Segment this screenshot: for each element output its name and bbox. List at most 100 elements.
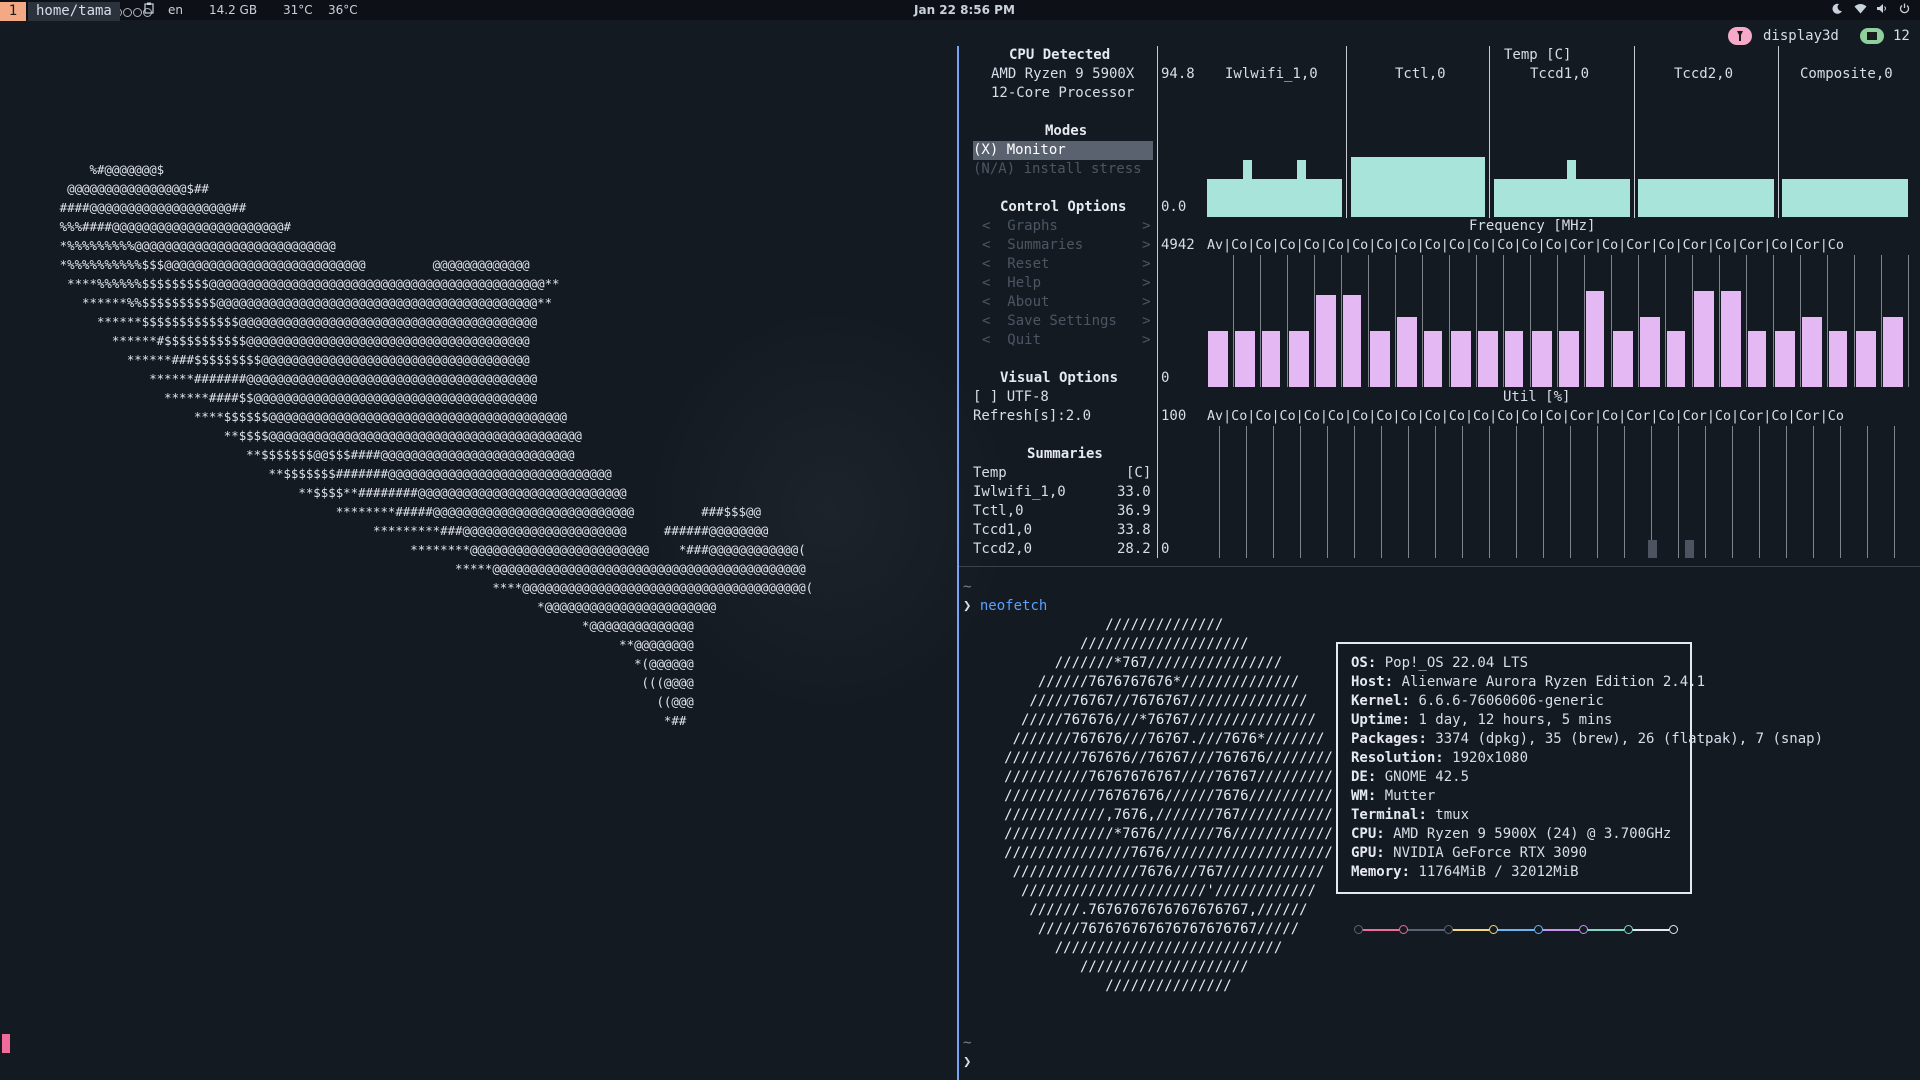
tmux-window-path[interactable]: home/tama bbox=[28, 2, 120, 21]
clipboard-icon[interactable] bbox=[144, 2, 154, 18]
temp-bar bbox=[1207, 179, 1342, 217]
command-text: neofetch bbox=[979, 598, 1048, 614]
neofetch-line: Host: Alienware Aurora Ryzen Edition 2.4… bbox=[1351, 673, 1705, 692]
control-reset[interactable]: < Reset > bbox=[982, 255, 1151, 274]
neofetch-colon: : bbox=[1376, 826, 1394, 842]
pane-divider[interactable] bbox=[957, 46, 959, 1080]
palette-dot bbox=[1354, 925, 1363, 934]
graph-column-separator bbox=[1634, 46, 1635, 218]
temp-bar bbox=[1494, 179, 1630, 217]
freq-core-labels: Av|Co|Co|Co|Co|Co|Co|Co|Co|Co|Co|Co|Co|C… bbox=[1207, 238, 1844, 253]
control-save-settings[interactable]: < Save Settings > bbox=[982, 312, 1151, 331]
utf8-checkbox[interactable]: [ ] UTF-8 bbox=[973, 388, 1049, 407]
neofetch-key: Memory bbox=[1351, 864, 1402, 880]
freq-bar bbox=[1829, 331, 1847, 387]
summaries-title: Summaries bbox=[1027, 446, 1103, 462]
terminal-cursor bbox=[2, 1034, 10, 1053]
control-summaries[interactable]: < Summaries > bbox=[982, 236, 1151, 255]
util-graph-title: Util [%] bbox=[1503, 389, 1571, 405]
palette-line bbox=[1542, 929, 1579, 931]
neofetch-value: GNOME 42.5 bbox=[1384, 769, 1470, 785]
neofetch-key: Uptime bbox=[1351, 712, 1402, 728]
prompt-symbol-2[interactable]: ❯ bbox=[963, 1053, 971, 1072]
neofetch-value: AMD Ryzen 9 5900X (24) @ 3.700GHz bbox=[1393, 826, 1672, 842]
freq-bar bbox=[1289, 331, 1309, 387]
util-column-separator bbox=[1786, 426, 1787, 558]
freq-column-separator bbox=[1773, 255, 1774, 387]
freq-column-separator bbox=[1476, 255, 1477, 387]
temp-bar bbox=[1638, 179, 1774, 217]
power-icon[interactable] bbox=[1899, 2, 1910, 18]
neofetch-colon: : bbox=[1367, 655, 1385, 671]
temp-sensor-3: Tccd1,0 bbox=[1530, 66, 1590, 82]
freq-bar bbox=[1235, 331, 1255, 387]
freq-column-separator bbox=[1287, 255, 1288, 387]
util-column-separator bbox=[1732, 426, 1733, 558]
neofetch-colon: : bbox=[1401, 712, 1419, 728]
neofetch-colon: : bbox=[1367, 769, 1385, 785]
neofetch-colon: : bbox=[1401, 693, 1419, 709]
summary-sensor-name: Tccd2,0 bbox=[973, 541, 1033, 557]
control-help[interactable]: < Help > bbox=[982, 274, 1151, 293]
control-quit[interactable]: < Quit > bbox=[982, 331, 1151, 350]
horizontal-pane-divider[interactable] bbox=[959, 566, 1920, 567]
util-column-separator bbox=[1381, 426, 1382, 558]
tmux-session-name[interactable]: display3d bbox=[1763, 28, 1839, 44]
moon-icon[interactable] bbox=[1832, 2, 1843, 18]
clock[interactable]: Jan 22 8:56 PM bbox=[914, 2, 1015, 18]
workspace-dot[interactable] bbox=[133, 8, 142, 17]
freq-column-separator bbox=[1368, 255, 1369, 387]
util-column-separator bbox=[1543, 426, 1544, 558]
palette-dot bbox=[1534, 925, 1543, 934]
freq-min-label: 0 bbox=[1161, 370, 1170, 386]
util-column-separator bbox=[1327, 426, 1328, 558]
palette-line bbox=[1632, 929, 1669, 931]
graph-column-separator bbox=[1778, 46, 1779, 218]
mode-stress-option[interactable]: (N/A) install stress bbox=[973, 160, 1142, 179]
freq-bar bbox=[1397, 317, 1417, 387]
freq-max-label: 4942 bbox=[1161, 237, 1195, 253]
temp-bar-spike bbox=[1297, 160, 1306, 180]
distro-ascii-logo: ////////////// //////////////////// ////… bbox=[1004, 617, 1333, 994]
mode-monitor-option[interactable]: (X) Monitor bbox=[973, 141, 1153, 160]
freq-column-separator bbox=[1746, 255, 1747, 387]
util-column-separator bbox=[1570, 426, 1571, 558]
util-column-separator bbox=[1489, 426, 1490, 558]
temp-min-label: 0.0 bbox=[1161, 199, 1187, 215]
control-graphs[interactable]: < Graphs > bbox=[982, 217, 1151, 236]
freq-column-separator bbox=[1800, 255, 1801, 387]
freq-bar bbox=[1559, 331, 1579, 387]
freq-column-separator bbox=[1638, 255, 1639, 387]
freq-column-separator bbox=[1584, 255, 1585, 387]
freq-graph-title: Frequency [MHz] bbox=[1469, 218, 1596, 234]
ascii-art: %#@@@@@@@$ @@@@@@@@@@@@@@@@$## ####@@@@@… bbox=[59, 162, 814, 728]
summary-header-unit: [C] bbox=[1126, 465, 1152, 481]
volume-icon[interactable] bbox=[1876, 2, 1888, 18]
control-about[interactable]: < About > bbox=[982, 293, 1151, 312]
temp-bar bbox=[1782, 179, 1908, 217]
tmux-window-index[interactable]: 1 bbox=[0, 2, 26, 21]
util-column-separator bbox=[1462, 426, 1463, 558]
summary-sensor-name: Tccd1,0 bbox=[973, 522, 1033, 538]
util-column-separator bbox=[1516, 426, 1517, 558]
palette-dot bbox=[1489, 925, 1498, 934]
neofetch-value: 11764MiB / 32012MiB bbox=[1418, 864, 1579, 880]
wifi-icon[interactable] bbox=[1854, 2, 1867, 18]
freq-column-separator bbox=[1854, 255, 1855, 387]
keyboard-language[interactable]: en bbox=[168, 2, 183, 18]
util-column-separator bbox=[1678, 426, 1679, 558]
refresh-rate[interactable]: Refresh[s]:2.0 bbox=[973, 407, 1091, 426]
neofetch-colon: : bbox=[1418, 731, 1436, 747]
neofetch-value: 6.6.6-76060606-generic bbox=[1418, 693, 1604, 709]
neofetch-key: Terminal bbox=[1351, 807, 1419, 823]
temp-sensor-2: Tctl,0 bbox=[1395, 66, 1446, 82]
workspace-dot[interactable] bbox=[123, 8, 132, 17]
util-min-label: 0 bbox=[1161, 541, 1170, 557]
summary-sensor-value: 33.0 bbox=[1117, 484, 1151, 500]
freq-column-separator bbox=[1611, 255, 1612, 387]
util-column-separator bbox=[1300, 426, 1301, 558]
neofetch-value: Alienware Aurora Ryzen Edition 2.4.1 bbox=[1401, 674, 1706, 690]
summary-sensor-name: Iwlwifi_1,0 bbox=[973, 484, 1066, 500]
freq-column-separator bbox=[1881, 255, 1882, 387]
neofetch-colon: : bbox=[1376, 845, 1394, 861]
